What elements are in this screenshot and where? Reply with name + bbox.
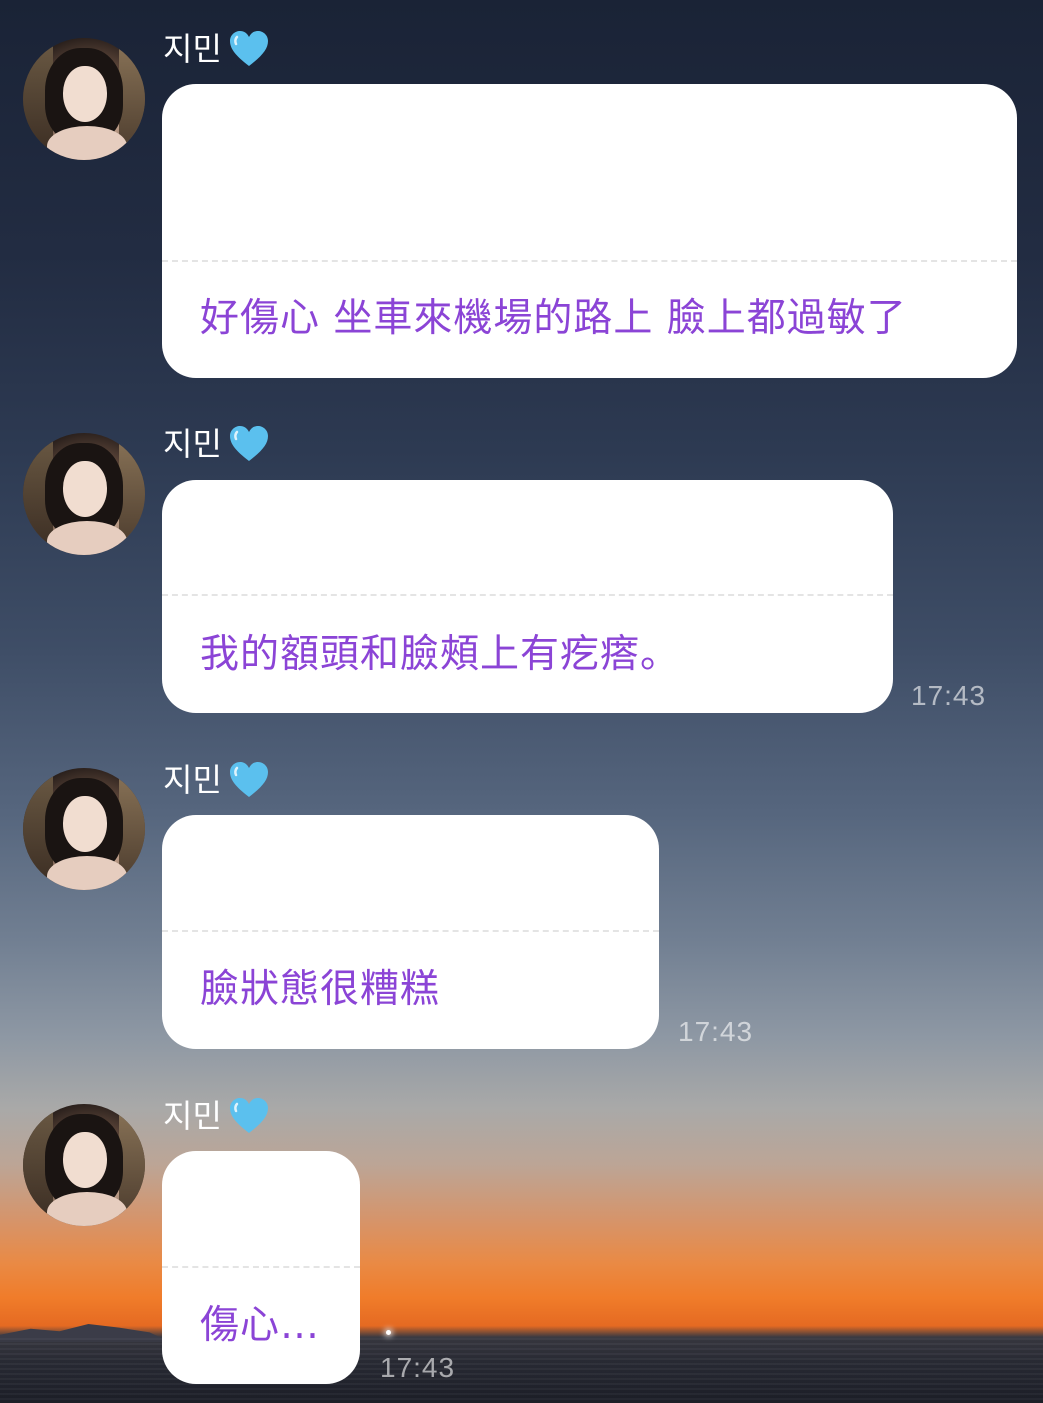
boat-light [386,1330,391,1335]
avatar[interactable] [23,768,145,890]
quoted-message [162,815,659,930]
message-text: 傷心… [200,1303,321,1348]
avatar[interactable] [23,1104,145,1226]
message-bubble[interactable]: 傷心… [162,1151,360,1384]
message-bubble[interactable]: 好傷心 坐車來機場的路上 臉上都過敏了 [162,84,1017,378]
message-text: 好傷心 坐車來機場的路上 臉上都過敏了 [200,296,907,341]
message-time: 17:43 [678,1016,754,1047]
blue-heart-icon [229,1098,268,1133]
avatar[interactable] [23,38,145,160]
message-time: 17:43 [911,680,987,711]
sea-surface [0,1338,1043,1403]
quoted-message [162,480,893,594]
sender-label: 지민 [163,424,270,464]
sender-name: 지민 [163,1097,222,1135]
message-bubble[interactable]: 臉狀態很糟糕 [162,815,659,1049]
sender-label: 지민 [163,760,270,800]
sender-label: 지민 [163,29,270,69]
blue-heart-icon [229,31,268,66]
message-time: 17:43 [380,1352,456,1383]
quoted-message [162,84,1017,262]
avatar[interactable] [23,433,145,555]
blue-heart-icon [229,762,268,797]
sender-name: 지민 [163,761,222,799]
reply-divider [162,260,1017,262]
reply-divider [162,930,659,932]
quoted-message [162,1151,360,1266]
reply-divider [162,1266,360,1268]
message-text: 臉狀態很糟糕 [200,967,441,1012]
reply-divider [162,594,893,596]
message-bubble[interactable]: 我的額頭和臉頰上有疙瘩。 [162,480,893,713]
sender-name: 지민 [163,30,222,68]
message-text: 我的額頭和臉頰上有疙瘩。 [200,632,681,677]
sender-name: 지민 [163,425,222,463]
blue-heart-icon [229,426,268,461]
sender-label: 지민 [163,1096,270,1136]
